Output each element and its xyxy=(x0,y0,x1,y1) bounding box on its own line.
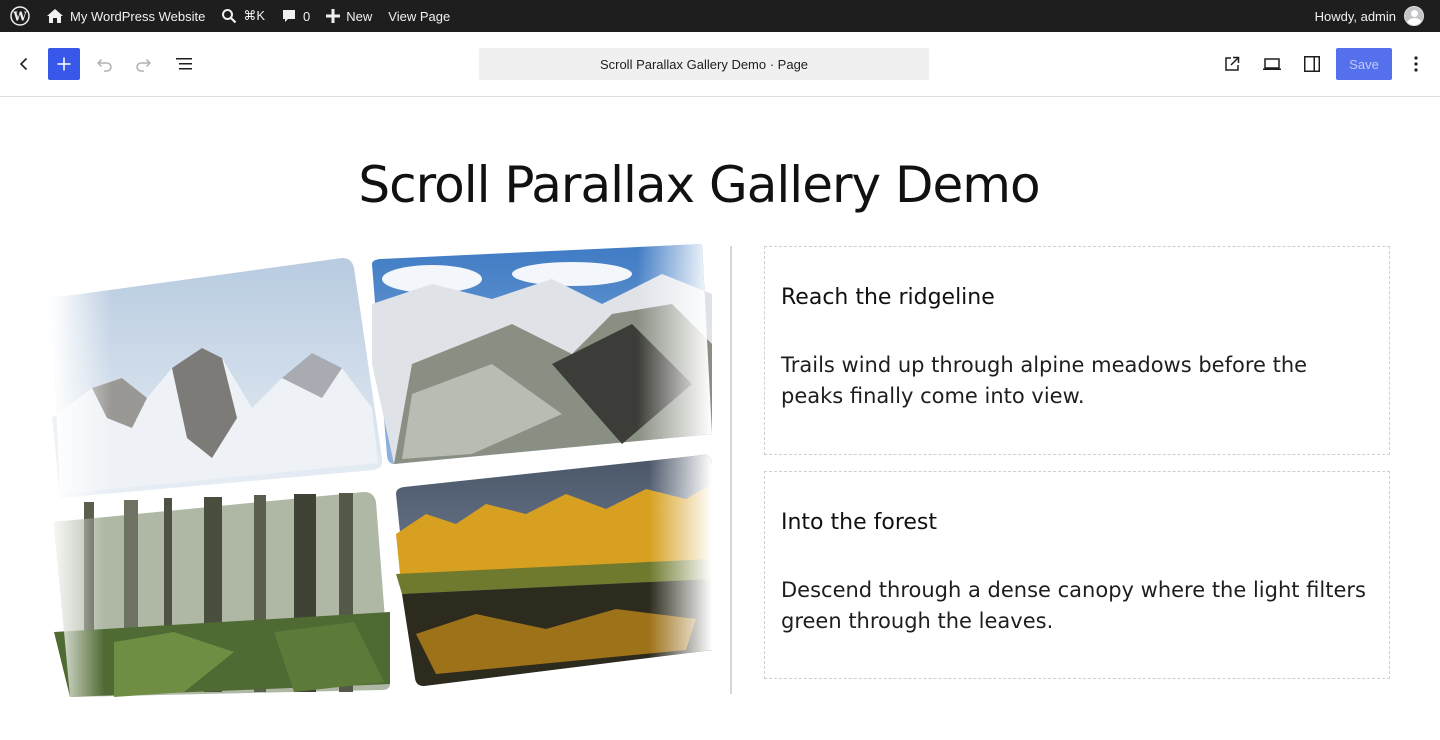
options-menu-button[interactable] xyxy=(1400,48,1432,80)
svg-text:W: W xyxy=(12,10,27,24)
site-name-label: My WordPress Website xyxy=(70,8,206,24)
save-label: Save xyxy=(1349,56,1379,72)
comment-bubble-icon xyxy=(283,10,296,22)
card-ridgeline[interactable]: Reach the ridgeline Trails wind up throu… xyxy=(764,246,1390,455)
document-bar[interactable]: Scroll Parallax Gallery Demo · Page xyxy=(479,48,929,80)
admin-bar: W My WordPress Website ⌘K 0 New View Pag… xyxy=(0,0,1440,32)
search-icon xyxy=(222,9,237,24)
back-button[interactable] xyxy=(8,48,40,80)
card-forest[interactable]: Into the forest Descend through a dense … xyxy=(764,471,1390,679)
wordpress-logo-icon[interactable]: W xyxy=(2,0,38,32)
settings-sidebar-button[interactable] xyxy=(1296,48,1328,80)
save-button[interactable]: Save xyxy=(1336,48,1392,80)
new-content-link[interactable]: New xyxy=(318,0,380,32)
plus-icon xyxy=(57,57,71,71)
new-label: New xyxy=(346,8,373,24)
view-page-label: View Page xyxy=(388,8,451,24)
card-body[interactable]: Descend through a dense canopy where the… xyxy=(781,575,1373,637)
undo-button[interactable] xyxy=(88,48,120,80)
parallax-gallery[interactable] xyxy=(40,236,720,706)
plus-icon xyxy=(326,9,341,23)
account-menu[interactable]: Howdy, admin xyxy=(1307,0,1432,32)
list-view-icon xyxy=(176,58,192,70)
editor-header: Scroll Parallax Gallery Demo · Page Save xyxy=(0,32,1440,97)
gallery-image-snowy-peaks[interactable] xyxy=(52,258,382,498)
desktop-icon xyxy=(1263,58,1281,70)
command-palette-link[interactable]: ⌘K xyxy=(213,0,273,32)
redo-button[interactable] xyxy=(128,48,160,80)
gallery-image-autumn-lake[interactable] xyxy=(396,454,712,686)
column-divider xyxy=(730,246,732,694)
site-name-link[interactable]: My WordPress Website xyxy=(38,0,213,32)
undo-icon xyxy=(96,58,112,72)
howdy-label: Howdy, admin xyxy=(1314,8,1396,24)
gallery-image-forest[interactable] xyxy=(54,492,394,697)
gallery-image-mountain-valley[interactable] xyxy=(372,244,712,466)
comments-count: 0 xyxy=(303,8,311,24)
document-title: Scroll Parallax Gallery Demo · Page xyxy=(599,56,809,72)
home-icon xyxy=(47,9,63,23)
comments-link[interactable]: 0 xyxy=(273,0,318,32)
redo-icon xyxy=(136,58,152,72)
device-preview-button[interactable] xyxy=(1256,48,1288,80)
card-heading[interactable]: Into the forest xyxy=(781,510,1373,535)
view-page-button[interactable] xyxy=(1216,48,1248,80)
block-inserter-button[interactable] xyxy=(48,48,80,80)
more-vertical-icon xyxy=(1414,56,1418,72)
avatar xyxy=(1404,6,1424,26)
shortcut-label: ⌘K xyxy=(243,8,266,23)
external-link-icon xyxy=(1225,56,1240,71)
document-overview-button[interactable] xyxy=(168,48,200,80)
view-page-link[interactable]: View Page xyxy=(380,0,458,32)
chevron-left-icon xyxy=(19,57,28,71)
card-body[interactable]: Trails wind up through alpine meadows be… xyxy=(781,350,1373,412)
sidebar-icon xyxy=(1304,56,1320,72)
card-heading[interactable]: Reach the ridgeline xyxy=(781,285,1373,310)
page-title[interactable]: Scroll Parallax Gallery Demo xyxy=(0,156,1398,214)
